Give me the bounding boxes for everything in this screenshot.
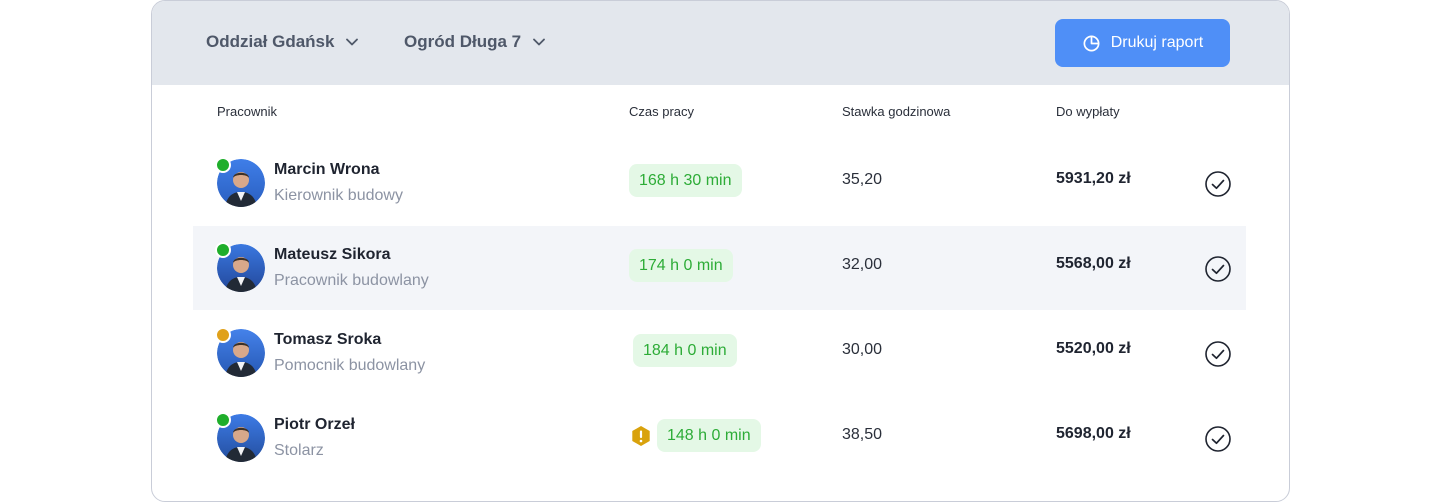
print-report-label: Drukuj raport — [1110, 34, 1204, 51]
payroll-panel: Oddział Gdańsk Ogród Długa 7 Drukuj rapo… — [151, 0, 1290, 502]
payout-amount: 5520,00 zł — [1056, 340, 1131, 357]
employee-name: Marcin Wrona — [274, 161, 380, 178]
avatar — [215, 327, 265, 377]
check-circle-icon[interactable] — [1204, 255, 1232, 283]
work-time-badge: 184 h 0 min — [633, 334, 737, 367]
status-dot — [215, 242, 231, 258]
work-time-badge: 174 h 0 min — [629, 249, 733, 282]
chevron-down-icon — [346, 38, 359, 46]
check-circle-icon[interactable] — [1204, 340, 1232, 368]
employee-role: Pracownik budowlany — [274, 272, 429, 289]
column-header-employee: Pracownik — [217, 104, 277, 119]
payout-amount: 5698,00 zł — [1056, 425, 1131, 442]
table-row[interactable]: Piotr Orzeł Stolarz 148 h 0 min 38,50 56… — [193, 396, 1246, 480]
hourly-rate: 30,00 — [842, 341, 883, 358]
avatar — [215, 157, 265, 207]
avatar — [215, 412, 265, 462]
check-circle-icon[interactable] — [1204, 425, 1232, 453]
avatar — [215, 242, 265, 292]
employee-name: Tomasz Sroka — [274, 331, 382, 348]
branch-dropdown[interactable]: Oddział Gdańsk — [206, 32, 359, 52]
toolbar: Oddział Gdańsk Ogród Długa 7 Drukuj rapo… — [152, 1, 1289, 85]
status-dot — [215, 327, 231, 343]
work-time-badge: 168 h 30 min — [629, 164, 742, 197]
status-dot — [215, 412, 231, 428]
column-header-payout: Do wypłaty — [1056, 104, 1120, 119]
employee-role: Pomocnik budowlany — [274, 357, 426, 374]
chevron-down-icon — [533, 38, 546, 46]
column-header-work-time: Czas pracy — [629, 104, 695, 119]
employee-name: Mateusz Sikora — [274, 246, 391, 263]
status-dot — [215, 157, 231, 173]
employee-name: Piotr Orzeł — [274, 416, 355, 433]
table-row[interactable]: Mateusz Sikora Pracownik budowlany 174 h… — [193, 226, 1246, 310]
print-report-button[interactable]: Drukuj raport — [1055, 19, 1230, 67]
payout-amount: 5568,00 zł — [1056, 255, 1131, 272]
warning-hexagon-icon — [632, 426, 650, 446]
site-dropdown[interactable]: Ogród Długa 7 — [404, 32, 546, 52]
hourly-rate: 35,20 — [842, 171, 883, 188]
work-time-badge: 148 h 0 min — [657, 419, 761, 452]
payout-amount: 5931,20 zł — [1056, 170, 1131, 187]
check-circle-icon[interactable] — [1204, 170, 1232, 198]
employee-role: Stolarz — [274, 442, 324, 459]
hourly-rate: 38,50 — [842, 426, 883, 443]
column-header-hourly-rate: Stawka godzinowa — [842, 104, 951, 119]
table-row[interactable]: Marcin Wrona Kierownik budowy 168 h 30 m… — [193, 141, 1246, 225]
site-dropdown-label: Ogród Długa 7 — [404, 32, 522, 51]
employee-role: Kierownik budowy — [274, 187, 403, 204]
hourly-rate: 32,00 — [842, 256, 883, 273]
table-row[interactable]: Tomasz Sroka Pomocnik budowlany 184 h 0 … — [193, 311, 1246, 395]
pie-chart-icon — [1083, 35, 1100, 51]
branch-dropdown-label: Oddział Gdańsk — [206, 32, 335, 51]
